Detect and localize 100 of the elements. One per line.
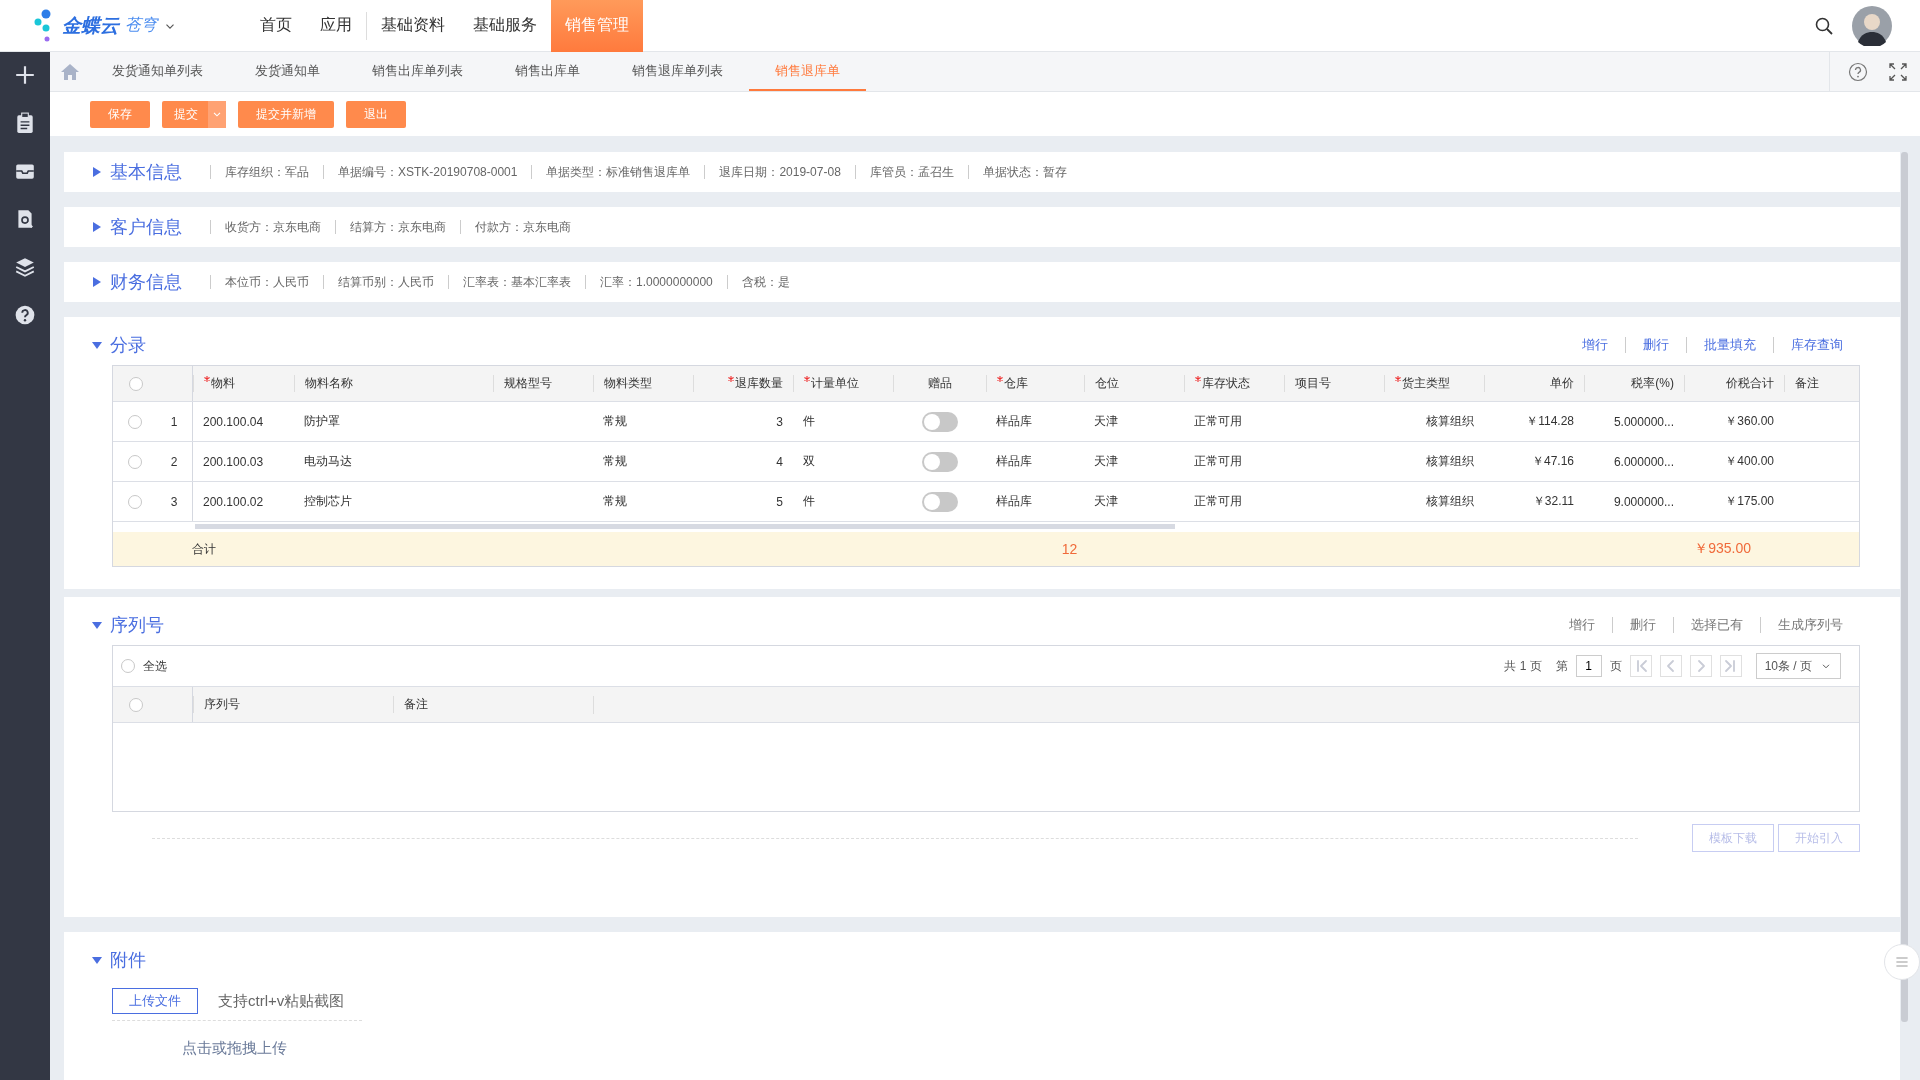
- collapse-arrow-icon[interactable]: [92, 620, 102, 630]
- row-radio[interactable]: [127, 454, 142, 469]
- info-field: 汇率：1.0000000000: [585, 275, 727, 289]
- layers-icon[interactable]: [14, 256, 36, 278]
- info-field: 单据编号：XSTK-20190708-0001: [323, 165, 532, 179]
- required-icon: [804, 376, 810, 382]
- expand-arrow-icon[interactable]: [92, 167, 102, 177]
- page-label: 页: [1609, 657, 1622, 675]
- avatar[interactable]: [1852, 5, 1892, 46]
- nav-item[interactable]: 首页: [246, 0, 306, 52]
- action-link[interactable]: 删行: [1612, 617, 1673, 633]
- table-cell-text: 核算组织: [1425, 493, 1475, 510]
- page-size-select[interactable]: 10条 / 页: [1755, 653, 1841, 679]
- total-quantity: 12: [1060, 541, 1079, 557]
- table-cell-text: 200.100.03: [202, 454, 265, 469]
- page-tab[interactable]: 发货通知单列表: [86, 52, 229, 91]
- table-cell-text: 样品库: [995, 493, 1033, 510]
- info-field: 库存组织：军品: [210, 165, 323, 179]
- page-label: 第: [1555, 657, 1568, 675]
- section-title[interactable]: 序列号: [110, 613, 164, 637]
- gift-toggle[interactable]: [921, 411, 958, 432]
- gift-toggle[interactable]: [921, 491, 958, 512]
- action-link[interactable]: 批量填充: [1686, 337, 1773, 353]
- required-icon: [204, 376, 210, 382]
- table-cell-text: 正常可用: [1193, 453, 1243, 470]
- action-link[interactable]: 增行: [1565, 337, 1625, 353]
- action-link[interactable]: 增行: [1552, 617, 1612, 633]
- nav-item[interactable]: 应用: [306, 0, 366, 52]
- section-title[interactable]: 附件: [110, 948, 146, 972]
- table-cell-text: 电动马达: [303, 453, 353, 470]
- section-title[interactable]: 基本信息: [110, 160, 182, 184]
- page-tab[interactable]: 销售出库单列表: [346, 52, 489, 91]
- section-title[interactable]: 财务信息: [110, 270, 182, 294]
- nav-item[interactable]: 基础服务: [459, 0, 551, 52]
- info-field: 汇率表：基本汇率表: [448, 275, 585, 289]
- previous-page-icon[interactable]: [1659, 655, 1682, 677]
- product-name: 苍穹: [125, 15, 157, 35]
- action-link[interactable]: 选择已有: [1673, 617, 1760, 633]
- table-cell-text: ￥400.00: [1724, 453, 1775, 470]
- select-all-radio[interactable]: [129, 376, 144, 391]
- last-page-icon[interactable]: [1719, 655, 1742, 677]
- nav-item[interactable]: 基础资料: [367, 0, 459, 52]
- table-cell-text: ￥32.11: [1531, 493, 1575, 510]
- row-radio[interactable]: [127, 494, 142, 509]
- total-amount: ￥935.00: [1693, 540, 1752, 558]
- action-link[interactable]: 库存查询: [1773, 337, 1860, 353]
- required-icon: [728, 376, 734, 382]
- table-cell-text: 5: [775, 494, 784, 509]
- column-header: 备注: [393, 696, 593, 713]
- gift-toggle[interactable]: [921, 451, 958, 472]
- table-cell-text: 样品库: [995, 413, 1033, 430]
- drop-zone-text[interactable]: 点击或拖拽上传: [182, 1039, 1860, 1058]
- action-link[interactable]: 删行: [1625, 337, 1686, 353]
- row-number: 3: [170, 494, 178, 509]
- required-icon: [1395, 376, 1401, 382]
- column-header: 仓位: [1084, 375, 1184, 392]
- page-count: 共 1 页: [1504, 657, 1542, 675]
- plus-icon[interactable]: [14, 64, 36, 86]
- table-cell-text: 核算组织: [1425, 453, 1475, 470]
- info-field: 收货方：京东电商: [210, 220, 335, 234]
- fullscreen-icon[interactable]: [1888, 61, 1908, 82]
- collapse-arrow-icon[interactable]: [92, 955, 102, 965]
- page-tab[interactable]: 发货通知单: [229, 52, 346, 91]
- column-header: 物料名称: [294, 375, 493, 392]
- help-icon[interactable]: [14, 304, 36, 326]
- row-radio[interactable]: [127, 414, 142, 429]
- table-cell-text: 件: [802, 493, 816, 510]
- action-link[interactable]: 生成序列号: [1760, 617, 1860, 633]
- table-cell-text: 双: [802, 453, 816, 470]
- page-input[interactable]: 1: [1575, 655, 1602, 677]
- vertical-scrollbar[interactable]: [1901, 152, 1908, 1022]
- next-page-icon[interactable]: [1689, 655, 1712, 677]
- select-all-radio[interactable]: [121, 659, 135, 673]
- table-cell-text: ￥175.00: [1724, 493, 1775, 510]
- expand-arrow-icon[interactable]: [92, 222, 102, 232]
- column-header: 物料类型: [593, 375, 693, 392]
- page-tab[interactable]: 销售退库单列表: [606, 52, 749, 91]
- page-tab[interactable]: 销售出库单: [489, 52, 606, 91]
- first-page-icon[interactable]: [1629, 655, 1652, 677]
- upload-button[interactable]: 上传文件: [112, 988, 198, 1014]
- section-title[interactable]: 分录: [110, 333, 146, 357]
- section-title[interactable]: 客户信息: [110, 215, 182, 239]
- expand-arrow-icon[interactable]: [92, 277, 102, 287]
- help-icon[interactable]: [1848, 61, 1868, 82]
- table-cell-text: 常规: [602, 413, 628, 430]
- collapse-arrow-icon[interactable]: [92, 340, 102, 350]
- home-icon[interactable]: [60, 61, 80, 82]
- horizontal-scrollbar[interactable]: [195, 524, 1175, 529]
- table-cell-text: 200.100.02: [202, 494, 265, 509]
- row-radio[interactable]: [129, 697, 144, 712]
- info-field: 库管员：孟召生: [854, 165, 968, 179]
- search-icon[interactable]: [1814, 15, 1834, 36]
- select-all-label: 全选: [143, 657, 167, 675]
- menu-button[interactable]: [1884, 944, 1920, 980]
- clipboard-icon[interactable]: [14, 112, 36, 134]
- table-cell-text: 5.000000...: [1612, 414, 1675, 429]
- menu-icon[interactable]: [1894, 954, 1910, 970]
- table-cell-text: ￥360.00: [1724, 413, 1775, 430]
- table-cell-text: 件: [802, 413, 816, 430]
- required-icon: [1195, 376, 1201, 382]
